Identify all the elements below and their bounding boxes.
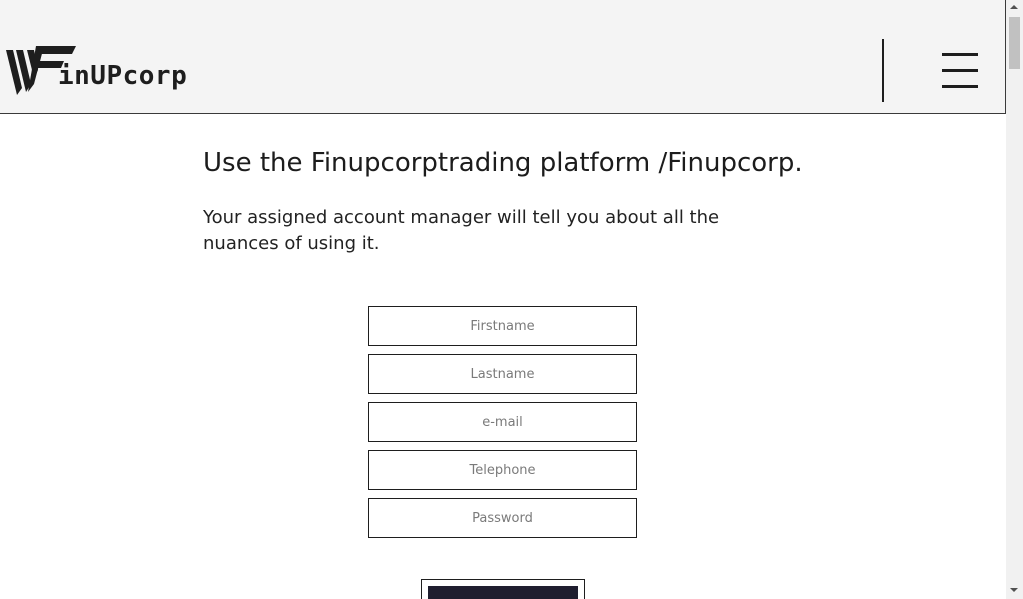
site-header: inUPcorp [0, 0, 1006, 114]
page: inUPcorp Use the Finupcorptrading platfo… [0, 0, 1006, 599]
lastname-input[interactable] [368, 354, 637, 394]
menu-bar [942, 85, 978, 88]
telephone-input[interactable] [368, 450, 637, 490]
submit-button-frame [421, 579, 585, 599]
vertical-scrollbar[interactable] [1006, 0, 1023, 599]
logo[interactable]: inUPcorp [6, 44, 196, 96]
firstname-input[interactable] [368, 306, 637, 346]
logo-text: inUPcorp [58, 61, 188, 91]
submit-button[interactable] [428, 586, 578, 599]
scrollbar-thumb[interactable] [1009, 17, 1020, 69]
password-input[interactable] [368, 498, 637, 538]
scroll-down-arrow-icon[interactable] [1010, 588, 1018, 592]
hamburger-menu-icon[interactable] [942, 52, 980, 90]
menu-bar [942, 69, 978, 72]
scroll-up-arrow-icon[interactable] [1010, 5, 1018, 9]
page-headline: Use the Finupcorptrading platform /Finup… [203, 148, 803, 178]
email-input[interactable] [368, 402, 637, 442]
header-divider [882, 39, 884, 102]
menu-bar [942, 53, 978, 56]
registration-form [368, 306, 637, 546]
page-subtext: Your assigned account manager will tell … [203, 207, 720, 254]
